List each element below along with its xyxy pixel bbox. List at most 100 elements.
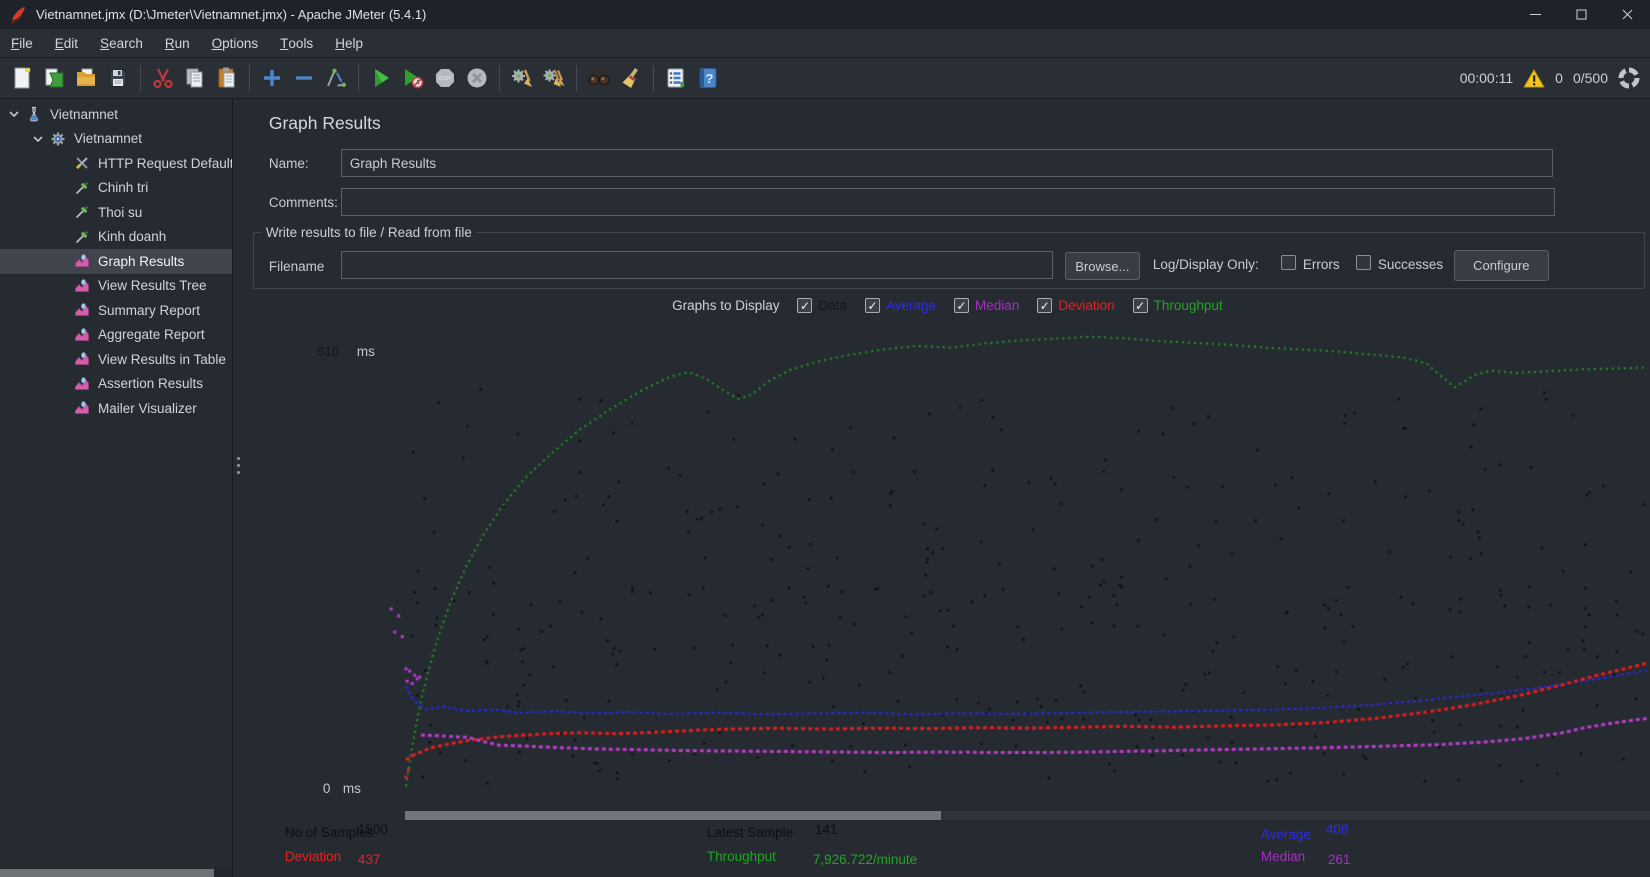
svg-text:?: ? xyxy=(706,71,714,86)
reset-search-button[interactable] xyxy=(615,63,647,93)
write-results-legend: Write results to file / Read from file xyxy=(265,225,472,240)
average-label: Average xyxy=(1260,827,1311,842)
open-file-button[interactable] xyxy=(70,63,102,93)
configure-button[interactable]: Configure xyxy=(1453,250,1549,281)
graphs-to-display-row: Graphs to Display ✓ Data ✓ Average ✓ Median ✓ D… xyxy=(245,298,1650,313)
cut-button[interactable] xyxy=(147,63,179,93)
tree-item-chinh-tri[interactable]: Chinh tri xyxy=(0,176,232,201)
graph-option-data: ✓ Data xyxy=(797,298,847,313)
menu-tools[interactable]: Tools xyxy=(269,29,324,57)
toolbar-separator xyxy=(140,65,141,91)
chevron-down-icon[interactable] xyxy=(6,106,26,122)
throughput-checkbox[interactable]: ✓ xyxy=(1132,298,1148,313)
y-axis-min-value: 0 xyxy=(322,781,331,796)
save-icon xyxy=(106,66,130,90)
tree-item-assertion-results[interactable]: Assertion Results xyxy=(0,372,232,397)
comments-input[interactable] xyxy=(340,188,1555,216)
tree-horizontal-scrollbar[interactable] xyxy=(0,868,232,877)
tree-item-view-results-in-table[interactable]: View Results in Table xyxy=(0,347,232,372)
clear-all-button[interactable] xyxy=(538,63,570,93)
chevron-down-icon[interactable] xyxy=(30,131,50,147)
title-bar: Vietnamnet.jmx (D:\Jmeter\Vietnamnet.jmx… xyxy=(0,0,1650,29)
menu-edit[interactable]: Edit xyxy=(44,29,89,57)
tree-item-summary-report[interactable]: Summary Report xyxy=(0,298,232,323)
tree-item-thoi-su[interactable]: Thoi su xyxy=(0,200,232,225)
function-helper-button[interactable] xyxy=(660,63,692,93)
clear-all-icon xyxy=(542,66,566,90)
minimize-button[interactable] xyxy=(1512,0,1558,29)
menu-bar: File Edit Search Run Options Tools Help xyxy=(0,29,1650,58)
tree-item-label: Chinh tri xyxy=(98,180,149,196)
toggle-button[interactable] xyxy=(320,63,352,93)
remove-button[interactable] xyxy=(288,63,320,93)
graph-option-average: ✓ Average xyxy=(865,298,936,313)
browse-button[interactable]: Browse... xyxy=(1064,252,1140,280)
log-display-only-label: Log/Display Only: xyxy=(1152,257,1259,272)
splitter-grip-icon[interactable] xyxy=(236,457,240,474)
successes-checkbox[interactable] xyxy=(1355,255,1371,270)
tree-item-vietnamnet[interactable]: Vietnamnet xyxy=(0,127,232,152)
average-checkbox[interactable]: ✓ xyxy=(865,298,880,313)
graph-horizontal-scrollbar[interactable] xyxy=(404,811,1650,820)
search-button[interactable] xyxy=(583,63,615,93)
menu-file[interactable]: File xyxy=(0,29,44,57)
tree-item-label: View Results in Table xyxy=(98,351,226,367)
tree-item-view-results-tree[interactable]: View Results Tree xyxy=(0,274,232,299)
filename-label: Filename xyxy=(268,259,325,274)
warning-icon[interactable] xyxy=(1523,68,1545,88)
tree-item-mailer-visualizer[interactable]: Mailer Visualizer xyxy=(0,396,232,421)
help-button[interactable]: ? xyxy=(692,63,724,93)
paste-button[interactable] xyxy=(211,63,243,93)
tree-item-vietnamnet[interactable]: Vietnamnet xyxy=(0,102,232,127)
maximize-button[interactable] xyxy=(1558,0,1604,29)
start-button[interactable] xyxy=(365,63,397,93)
toolbar-separator xyxy=(358,65,359,91)
new-file-button[interactable] xyxy=(6,63,38,93)
toolbar-separator xyxy=(499,65,500,91)
deviation-checkbox[interactable]: ✓ xyxy=(1037,298,1053,313)
tree-item-graph-results[interactable]: Graph Results xyxy=(0,249,232,274)
toolbar-status: 00:00:11 0 0/500 xyxy=(1460,67,1650,89)
tree-scrollbar-thumb[interactable] xyxy=(0,869,214,877)
cut-icon xyxy=(151,66,175,90)
toolbar: STOP? 00:00:11 0 0/500 xyxy=(0,58,1650,99)
stop-button[interactable]: STOP xyxy=(429,63,461,93)
median-checkbox-label: Median xyxy=(975,298,1020,313)
menu-options[interactable]: Options xyxy=(201,29,270,57)
median-checkbox[interactable]: ✓ xyxy=(954,298,970,313)
menu-run[interactable]: Run xyxy=(154,29,201,57)
copy-button[interactable] xyxy=(179,63,211,93)
menu-help[interactable]: Help xyxy=(324,29,374,57)
graphs-to-display-label: Graphs to Display xyxy=(672,298,780,313)
errors-checkbox[interactable] xyxy=(1280,255,1296,270)
name-input[interactable] xyxy=(340,149,1553,177)
throughput-label: Throughput xyxy=(706,849,776,864)
filename-input[interactable] xyxy=(340,251,1053,279)
tree-item-label: Summary Report xyxy=(98,302,201,318)
tree-item-aggregate-report[interactable]: Aggregate Report xyxy=(0,323,232,348)
listener-icon xyxy=(74,400,92,416)
listener-icon xyxy=(74,327,92,343)
add-button[interactable] xyxy=(256,63,288,93)
tree-item-http-request-defaults[interactable]: HTTP Request Defaults xyxy=(0,151,232,176)
open-template-button[interactable] xyxy=(38,63,70,93)
graph-scrollbar-thumb[interactable] xyxy=(404,811,941,820)
listener-icon xyxy=(74,351,92,367)
average-value: 408 xyxy=(1325,822,1349,837)
sidebar-splitter[interactable] xyxy=(232,99,245,877)
y-axis-min-unit: ms xyxy=(342,781,361,796)
start-no-timers-button[interactable] xyxy=(397,63,429,93)
name-label: Name: xyxy=(268,156,309,171)
data-checkbox[interactable]: ✓ xyxy=(797,298,813,313)
panel-title: Graph Results xyxy=(268,113,381,133)
clear-button[interactable] xyxy=(506,63,538,93)
shutdown-button[interactable] xyxy=(461,63,493,93)
menu-search[interactable]: Search xyxy=(89,29,154,57)
start-no-timers-icon xyxy=(401,66,425,90)
tree-item-label: Vietnamnet xyxy=(50,106,119,122)
tree-item-label: Vietnamnet xyxy=(74,131,143,147)
svg-text:STOP: STOP xyxy=(438,76,452,82)
close-button[interactable] xyxy=(1604,0,1650,29)
tree-item-kinh-doanh[interactable]: Kinh doanh xyxy=(0,225,232,250)
save-button[interactable] xyxy=(102,63,134,93)
